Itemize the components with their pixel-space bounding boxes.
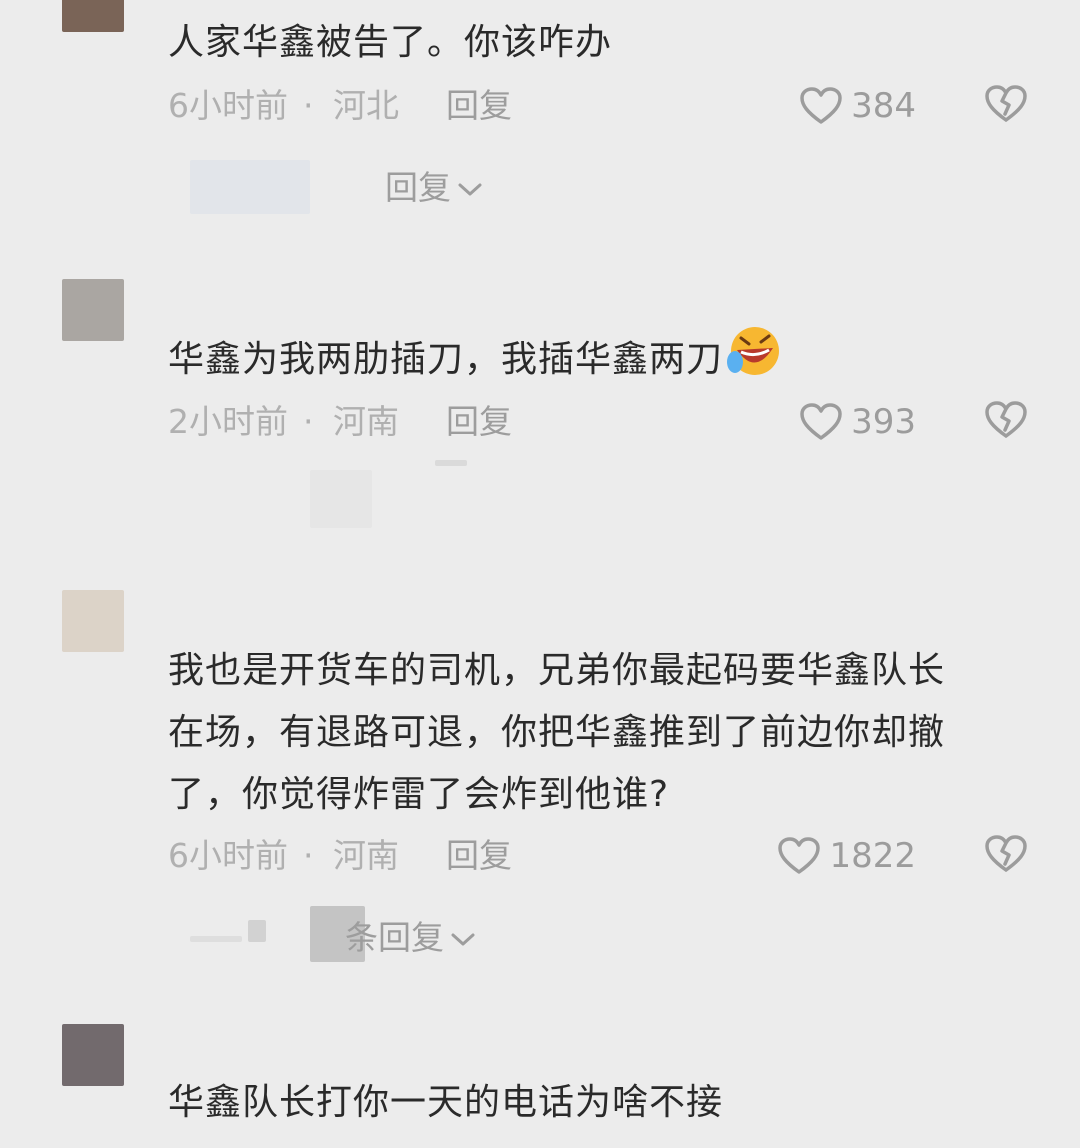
- comment-location: 河北: [333, 86, 399, 125]
- chevron-down-icon: [450, 916, 476, 960]
- comment-meta: 6小时前 · 河北 回复 384: [168, 84, 1038, 128]
- comment-text: 人家华鑫被告了。你该咋办: [168, 22, 613, 63]
- avatar[interactable]: [62, 0, 124, 32]
- replies-toggle-label: 条回复: [345, 918, 444, 957]
- comment-location: 河南: [333, 402, 399, 441]
- comment-location: 河南: [333, 836, 399, 875]
- reply-button[interactable]: 回复: [446, 400, 512, 444]
- comment-meta: 6小时前 · 河南 回复 1822: [168, 834, 1038, 878]
- comment-text: 华鑫队长打你一天的电话为啥不接: [168, 1082, 724, 1123]
- blurred-reply-avatar: [310, 470, 372, 528]
- broken-heart-icon[interactable]: [984, 84, 1028, 124]
- heart-outline-icon: [777, 836, 821, 876]
- comment-meta: 2小时前 · 河南 回复 393: [168, 400, 1038, 444]
- avatar[interactable]: [62, 1024, 124, 1086]
- avatar[interactable]: [62, 279, 124, 341]
- heart-outline-icon: [799, 86, 843, 126]
- like-button[interactable]: 393: [799, 400, 916, 444]
- view-replies-button[interactable]: 条回复: [345, 916, 476, 960]
- comment-text-line: 了，你觉得炸雷了会炸到他谁?: [168, 774, 670, 815]
- comment-text-line: 我也是开货车的司机，兄弟你最起码要华鑫队长: [168, 650, 946, 691]
- comment-time: 6小时前: [168, 86, 288, 125]
- comment-time: 2小时前: [168, 402, 288, 441]
- broken-heart-icon[interactable]: [984, 400, 1028, 440]
- comment-time: 6小时前: [168, 836, 288, 875]
- blurred-reply-text: [435, 460, 467, 466]
- like-count: 393: [851, 402, 916, 442]
- avatar[interactable]: [62, 590, 124, 652]
- comment-text: 华鑫为我两肋插刀，我插华鑫两刀: [168, 324, 1038, 398]
- meta-separator: ·: [303, 402, 314, 441]
- reply-button[interactable]: 回复: [446, 834, 512, 878]
- laughing-crying-emoji-icon: [725, 324, 783, 398]
- like-button[interactable]: 384: [799, 84, 916, 128]
- comment-text: 我也是开货车的司机，兄弟你最起码要华鑫队长 在场，有退路可退，你把华鑫推到了前边…: [168, 640, 1038, 826]
- reply-button[interactable]: 回复: [446, 84, 512, 128]
- comment-text-line: 在场，有退路可退，你把华鑫推到了前边你却撤: [168, 712, 946, 753]
- blurred-reply-avatar: [190, 936, 242, 942]
- heart-outline-icon: [799, 402, 843, 442]
- like-count: 384: [851, 86, 916, 126]
- chevron-down-icon: [457, 166, 483, 210]
- comment-text-content: 华鑫为我两肋插刀，我插华鑫两刀: [168, 339, 724, 380]
- replies-toggle-label: 回复: [385, 168, 451, 207]
- like-button[interactable]: 1822: [777, 834, 916, 878]
- broken-heart-icon[interactable]: [984, 834, 1028, 874]
- blurred-reply-avatar: [190, 160, 310, 214]
- view-replies-button[interactable]: 回复: [385, 166, 483, 210]
- blurred-reply-name: [248, 920, 266, 942]
- meta-separator: ·: [303, 86, 314, 125]
- meta-separator: ·: [303, 836, 314, 875]
- like-count: 1822: [829, 836, 916, 876]
